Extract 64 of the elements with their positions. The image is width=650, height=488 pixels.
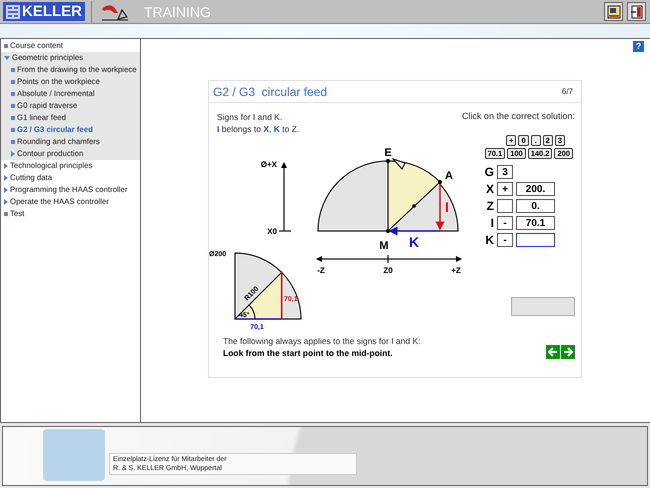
height-line bbox=[280, 272, 282, 319]
bullet-icon bbox=[4, 212, 8, 216]
bullet-icon bbox=[11, 104, 15, 108]
pen-drawing-icon bbox=[100, 2, 130, 20]
width-line bbox=[235, 318, 282, 320]
axis-label: -Z bbox=[317, 266, 325, 275]
i-arrow bbox=[436, 182, 444, 230]
bullet-icon bbox=[11, 140, 15, 144]
app-title: TRAINING bbox=[144, 4, 211, 20]
bullet-icon bbox=[11, 116, 15, 120]
point-label: A bbox=[445, 170, 453, 182]
address-letter: K bbox=[484, 233, 494, 247]
address-letter: G bbox=[484, 165, 494, 179]
exit-door-icon[interactable] bbox=[627, 2, 646, 21]
logo-pattern-icon bbox=[6, 4, 20, 18]
note-text: The following always applies to the signs for I and K: bbox=[223, 335, 420, 347]
bullet-icon bbox=[11, 80, 15, 84]
back-arrow-button[interactable] bbox=[546, 345, 560, 359]
k-arrow bbox=[388, 226, 440, 236]
bullet-icon bbox=[11, 92, 15, 96]
prompt-text: Click on the correct solution: bbox=[462, 111, 575, 123]
axis-label: Z0 bbox=[383, 266, 393, 275]
sign-field[interactable]: - bbox=[497, 233, 513, 247]
point-a bbox=[438, 180, 442, 184]
triangle-shape bbox=[234, 271, 282, 320]
point-label: M bbox=[379, 240, 389, 252]
sign-field[interactable]: - bbox=[497, 216, 513, 230]
help-button[interactable]: ? bbox=[633, 41, 644, 52]
rule-text: Look from the start point to the mid-point. bbox=[223, 347, 394, 359]
value-field[interactable] bbox=[516, 233, 555, 247]
forward-arrow-button[interactable] bbox=[561, 345, 575, 359]
intro-text: Signs for I and K. bbox=[217, 111, 284, 123]
bullet-icon bbox=[11, 128, 15, 132]
angle-arc bbox=[248, 304, 256, 320]
lesson-title: G2 / G3 circular feed bbox=[213, 84, 328, 98]
bullet-icon bbox=[4, 44, 8, 48]
point-e bbox=[386, 159, 390, 163]
sign-field[interactable]: + bbox=[497, 182, 513, 196]
value-field[interactable]: 0. bbox=[516, 199, 555, 213]
direction-triangle-icon bbox=[391, 158, 406, 170]
address-letter: X bbox=[484, 182, 494, 196]
i-label: I bbox=[445, 199, 449, 215]
axis-label: +Z bbox=[451, 266, 461, 275]
arc-sector bbox=[388, 160, 440, 232]
page-counter: 6/7 bbox=[562, 87, 573, 96]
point-label: E bbox=[384, 147, 392, 159]
address-letter: Z bbox=[486, 199, 494, 213]
point-m bbox=[386, 229, 390, 233]
print-icon[interactable] bbox=[604, 2, 623, 21]
address-letter: I bbox=[490, 216, 494, 230]
axis-label: X0 bbox=[267, 227, 277, 236]
logo-text: KELLER bbox=[22, 3, 82, 20]
caret-down-icon bbox=[4, 56, 10, 60]
value-field[interactable]: 200. bbox=[516, 182, 555, 196]
midpoint-dot bbox=[412, 204, 416, 208]
sign-field[interactable] bbox=[497, 199, 513, 213]
intro-text: I belongs to X, K to Z. bbox=[217, 123, 300, 135]
bullet-icon bbox=[11, 68, 15, 72]
axis-label: Ø+X bbox=[260, 160, 277, 169]
photo-placeholder bbox=[43, 429, 105, 481]
value-field[interactable]: 70.1 bbox=[516, 216, 555, 230]
k-label: K bbox=[408, 234, 420, 250]
sign-field[interactable]: 3 bbox=[497, 165, 513, 179]
x-axis bbox=[278, 162, 292, 232]
